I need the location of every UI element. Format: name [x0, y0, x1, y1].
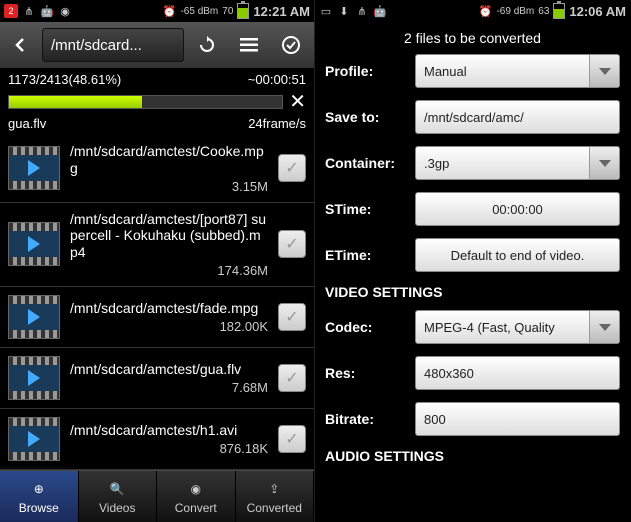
convert-screen: ▭ ⬇ ⋔ 🤖 ⏰ -69 dBm 63 12:06 AM 2 files to…	[315, 0, 630, 522]
bitrate-label: Bitrate:	[325, 411, 407, 427]
progress-area: 1173/2413(48.61%) ~00:00:51 ✕ gua.flv 24…	[0, 68, 314, 135]
file-checkbox[interactable]: ✓	[278, 303, 306, 331]
list-item[interactable]: /mnt/sdcard/amctest/Cooke.mpg 3.15M ✓	[0, 135, 314, 203]
current-file: gua.flv	[8, 116, 46, 131]
progress-counter: 1173/2413(48.61%)	[8, 72, 121, 87]
app-icon: ◉	[58, 4, 72, 18]
etime-field[interactable]: Default to end of video.	[415, 238, 620, 272]
file-size: 3.15M	[70, 179, 268, 194]
notification-badge: 2	[4, 4, 18, 18]
file-size: 182.00K	[70, 319, 268, 334]
signal-strength: -69 dBm	[496, 6, 534, 17]
video-thumbnail-icon	[8, 417, 60, 461]
usb-icon: ⋔	[22, 4, 36, 18]
video-thumbnail-icon	[8, 295, 60, 339]
convert-form: Profile: Manual Save to: /mnt/sdcard/amc…	[315, 54, 630, 474]
convert-header: 2 files to be converted	[315, 22, 630, 54]
tab-label: Videos	[99, 501, 135, 515]
file-path: /mnt/sdcard/amctest/[port87] supercell -…	[70, 211, 268, 261]
usb-icon: ⋔	[355, 4, 369, 18]
container-dropdown[interactable]: .3gp	[415, 146, 620, 180]
file-path: /mnt/sdcard/amctest/h1.avi	[70, 422, 268, 439]
alarm-icon: ⏰	[162, 4, 176, 18]
video-thumbnail-icon	[8, 222, 60, 266]
saveto-label: Save to:	[325, 109, 407, 125]
tab-convert[interactable]: ◉ Convert	[157, 471, 236, 522]
tab-browse[interactable]: ⊕ Browse	[0, 471, 79, 522]
file-list[interactable]: /mnt/sdcard/amctest/Cooke.mpg 3.15M ✓ /mn…	[0, 135, 314, 470]
codec-dropdown[interactable]: MPEG-4 (Fast, Quality	[415, 310, 620, 344]
codec-label: Codec:	[325, 319, 407, 335]
list-item[interactable]: /mnt/sdcard/amctest/gua.flv 7.68M ✓	[0, 348, 314, 409]
file-path: /mnt/sdcard/amctest/fade.mpg	[70, 300, 268, 317]
path-display[interactable]: /mnt/sdcard...	[42, 28, 184, 62]
android-icon: 🤖	[373, 4, 387, 18]
audio-settings-heading: AUDIO SETTINGS	[325, 448, 620, 464]
tab-label: Convert	[175, 501, 217, 515]
cancel-button[interactable]: ✕	[289, 89, 306, 114]
stime-field[interactable]: 00:00:00	[415, 192, 620, 226]
file-checkbox[interactable]: ✓	[278, 364, 306, 392]
file-size: 876.18K	[70, 441, 268, 456]
chevron-down-icon	[589, 55, 619, 87]
list-item[interactable]: /mnt/sdcard/amctest/fade.mpg 182.00K ✓	[0, 287, 314, 348]
status-bar: ▭ ⬇ ⋔ 🤖 ⏰ -69 dBm 63 12:06 AM	[315, 0, 630, 22]
refresh-button[interactable]	[188, 28, 226, 62]
tab-label: Browse	[19, 501, 59, 515]
res-label: Res:	[325, 365, 407, 381]
clock: 12:06 AM	[569, 4, 626, 19]
check-button[interactable]	[272, 28, 310, 62]
battery-icon	[553, 3, 565, 19]
battery-text: 63	[538, 6, 549, 17]
progress-eta: ~00:00:51	[248, 72, 306, 87]
res-field[interactable]: 480x360	[415, 356, 620, 390]
chevron-down-icon	[589, 147, 619, 179]
file-checkbox[interactable]: ✓	[278, 230, 306, 258]
menu-button[interactable]	[230, 28, 268, 62]
alarm-icon: ⏰	[478, 4, 492, 18]
convert-icon: ◉	[186, 479, 206, 499]
converted-icon: ⇪	[264, 479, 284, 499]
bitrate-field[interactable]: 800	[415, 402, 620, 436]
tab-converted[interactable]: ⇪ Converted	[236, 471, 315, 522]
tab-label: Converted	[247, 501, 302, 515]
container-label: Container:	[325, 155, 407, 171]
file-size: 174.36M	[70, 263, 268, 278]
saveto-field[interactable]: /mnt/sdcard/amc/	[415, 100, 620, 134]
search-icon: 🔍	[107, 479, 127, 499]
fps-display: 24frame/s	[248, 116, 306, 131]
progress-bar	[8, 95, 283, 109]
battery-icon	[237, 3, 249, 19]
toolbar: /mnt/sdcard...	[0, 22, 314, 68]
card-icon: ▭	[319, 4, 333, 18]
video-settings-heading: VIDEO SETTINGS	[325, 284, 620, 300]
android-icon: 🤖	[40, 4, 54, 18]
profile-dropdown[interactable]: Manual	[415, 54, 620, 88]
file-size: 7.68M	[70, 380, 268, 395]
file-path: /mnt/sdcard/amctest/Cooke.mpg	[70, 143, 268, 177]
back-button[interactable]	[4, 28, 38, 62]
stime-label: STime:	[325, 201, 407, 217]
video-thumbnail-icon	[8, 356, 60, 400]
list-item[interactable]: /mnt/sdcard/amctest/[port87] supercell -…	[0, 203, 314, 287]
browse-icon: ⊕	[29, 479, 49, 499]
battery-text: 70	[222, 6, 233, 17]
tab-videos[interactable]: 🔍 Videos	[79, 471, 158, 522]
profile-label: Profile:	[325, 63, 407, 79]
clock: 12:21 AM	[253, 4, 310, 19]
video-thumbnail-icon	[8, 146, 60, 190]
file-path: /mnt/sdcard/amctest/gua.flv	[70, 361, 268, 378]
file-checkbox[interactable]: ✓	[278, 154, 306, 182]
signal-strength: -65 dBm	[180, 6, 218, 17]
bottom-tabs: ⊕ Browse 🔍 Videos ◉ Convert ⇪ Converted	[0, 470, 314, 522]
status-bar: 2 ⋔ 🤖 ◉ ⏰ -65 dBm 70 12:21 AM	[0, 0, 314, 22]
download-icon: ⬇	[337, 4, 351, 18]
list-item[interactable]: /mnt/sdcard/amctest/h1.avi 876.18K ✓	[0, 409, 314, 470]
file-checkbox[interactable]: ✓	[278, 425, 306, 453]
chevron-down-icon	[589, 311, 619, 343]
etime-label: ETime:	[325, 247, 407, 263]
browse-screen: 2 ⋔ 🤖 ◉ ⏰ -65 dBm 70 12:21 AM /mnt/sdcar…	[0, 0, 315, 522]
